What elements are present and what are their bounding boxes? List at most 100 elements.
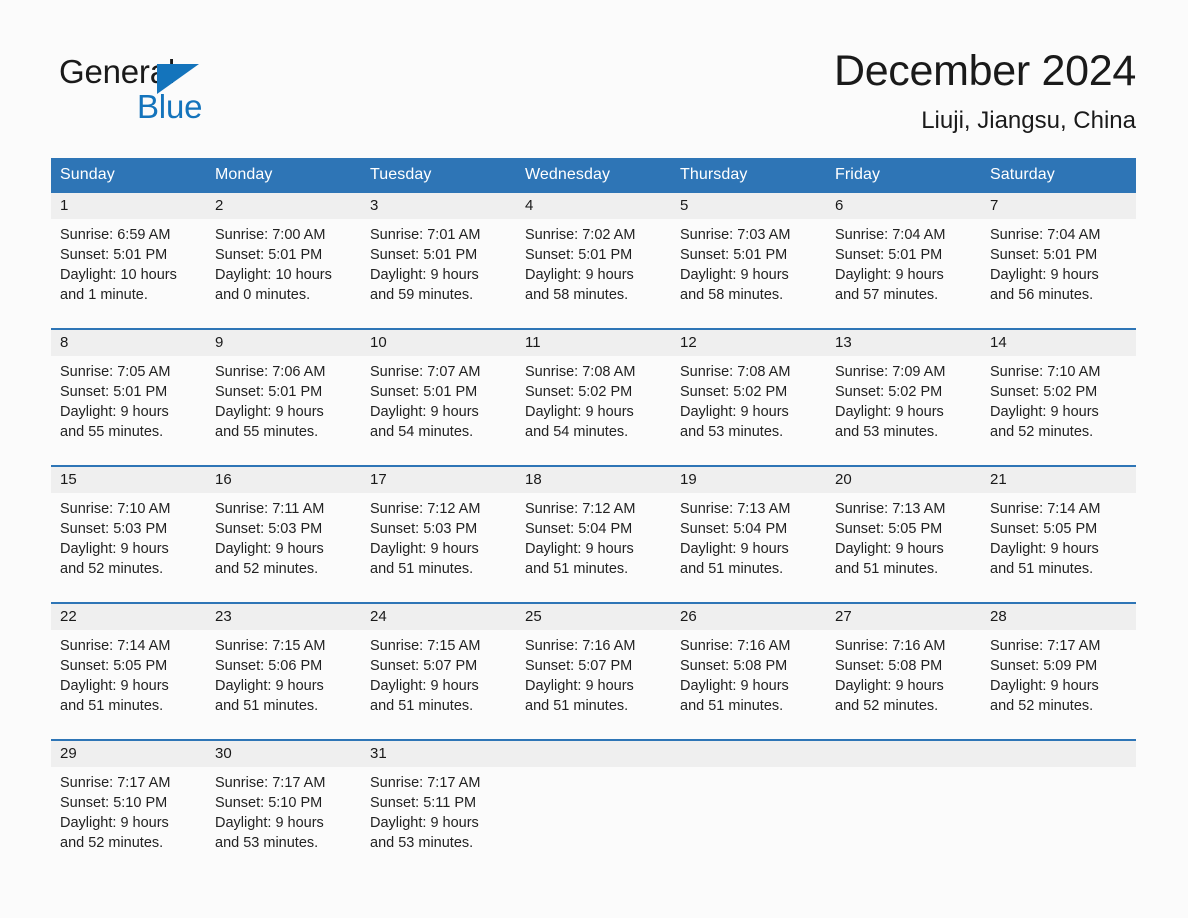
daylight-text-line2: and 51 minutes.: [680, 561, 784, 577]
day-details: Sunrise: 7:14 AM Sunset: 5:05 PM Daylight:…: [981, 493, 1136, 579]
weekday-header-row: Sunday Monday Tuesday Wednesday Thursday…: [51, 158, 1136, 193]
daylight-text-line1: Daylight: 9 hours: [60, 404, 169, 420]
day-cell[interactable]: 6 Sunrise: 7:04 AM Sunset: 5:01 PM Daylight…: [826, 193, 981, 329]
day-number: 7: [981, 193, 1136, 219]
day-cell[interactable]: 26 Sunrise: 7:16 AM Sunset: 5:08 PM Dayligh…: [671, 602, 826, 740]
daylight-text-line2: and 52 minutes.: [990, 424, 1094, 440]
daylight-text-line1: Daylight: 9 hours: [370, 267, 479, 283]
sunrise-text: Sunrise: 7:08 AM: [680, 364, 791, 380]
day-cell[interactable]: 21 Sunrise: 7:14 AM Sunset: 5:05 PM Dayligh…: [981, 465, 1136, 603]
day-cell[interactable]: 11 Sunrise: 7:08 AM Sunset: 5:02 PM Dayligh…: [516, 328, 671, 466]
daylight-text-line1: Daylight: 9 hours: [680, 678, 789, 694]
day-number: 17: [361, 467, 516, 493]
day-details: Sunrise: 7:14 AM Sunset: 5:05 PM Daylight:…: [51, 630, 206, 716]
general-blue-logo[interactable]: General Blue: [59, 52, 259, 130]
day-details: Sunrise: 7:02 AM Sunset: 5:01 PM Daylight:…: [516, 219, 671, 305]
sunrise-text: Sunrise: 7:17 AM: [60, 775, 171, 791]
daylight-text-line1: Daylight: 9 hours: [990, 404, 1099, 420]
daylight-text-line1: Daylight: 9 hours: [370, 678, 479, 694]
day-cell[interactable]: 12 Sunrise: 7:08 AM Sunset: 5:02 PM Dayligh…: [671, 328, 826, 466]
day-cell[interactable]: 7 Sunrise: 7:04 AM Sunset: 5:01 PM Daylight…: [981, 193, 1136, 329]
daylight-text-line1: Daylight: 10 hours: [60, 267, 177, 283]
day-cell-empty: [981, 739, 1136, 876]
day-cell[interactable]: 22 Sunrise: 7:14 AM Sunset: 5:05 PM Dayligh…: [51, 602, 206, 740]
sunset-text: Sunset: 5:05 PM: [835, 521, 943, 537]
sunrise-text: Sunrise: 7:16 AM: [835, 638, 946, 654]
day-details: Sunrise: 7:15 AM Sunset: 5:06 PM Daylight:…: [206, 630, 361, 716]
sunset-text: Sunset: 5:07 PM: [370, 658, 478, 674]
day-number: 18: [516, 467, 671, 493]
daylight-text-line1: Daylight: 9 hours: [835, 267, 944, 283]
daylight-text-line1: Daylight: 9 hours: [60, 678, 169, 694]
day-cell[interactable]: 28 Sunrise: 7:17 AM Sunset: 5:09 PM Dayligh…: [981, 602, 1136, 740]
day-cell[interactable]: 24 Sunrise: 7:15 AM Sunset: 5:07 PM Dayligh…: [361, 602, 516, 740]
day-cell[interactable]: 29 Sunrise: 7:17 AM Sunset: 5:10 PM Dayligh…: [51, 739, 206, 876]
daylight-text-line1: Daylight: 9 hours: [215, 678, 324, 694]
daylight-text-line1: Daylight: 9 hours: [370, 815, 479, 831]
day-cell[interactable]: 17 Sunrise: 7:12 AM Sunset: 5:03 PM Dayligh…: [361, 465, 516, 603]
sunset-text: Sunset: 5:02 PM: [835, 384, 943, 400]
day-cell[interactable]: 20 Sunrise: 7:13 AM Sunset: 5:05 PM Dayligh…: [826, 465, 981, 603]
day-number: 27: [826, 604, 981, 630]
day-details: Sunrise: 7:04 AM Sunset: 5:01 PM Daylight:…: [826, 219, 981, 305]
sunrise-text: Sunrise: 7:08 AM: [525, 364, 636, 380]
day-cell[interactable]: 3 Sunrise: 7:01 AM Sunset: 5:01 PM Daylight…: [361, 193, 516, 329]
day-cell[interactable]: 27 Sunrise: 7:16 AM Sunset: 5:08 PM Dayligh…: [826, 602, 981, 740]
sunset-text: Sunset: 5:01 PM: [990, 247, 1098, 263]
day-details: Sunrise: 7:08 AM Sunset: 5:02 PM Daylight:…: [671, 356, 826, 442]
day-number: 5: [671, 193, 826, 219]
daylight-text-line2: and 53 minutes.: [835, 424, 939, 440]
day-cell[interactable]: 31 Sunrise: 7:17 AM Sunset: 5:11 PM Dayligh…: [361, 739, 516, 876]
daylight-text-line1: Daylight: 9 hours: [835, 404, 944, 420]
day-number: 3: [361, 193, 516, 219]
sunset-text: Sunset: 5:02 PM: [990, 384, 1098, 400]
day-cell[interactable]: 15 Sunrise: 7:10 AM Sunset: 5:03 PM Dayligh…: [51, 465, 206, 603]
sunset-text: Sunset: 5:06 PM: [215, 658, 323, 674]
day-details: Sunrise: 7:01 AM Sunset: 5:01 PM Daylight:…: [361, 219, 516, 305]
day-cell[interactable]: 13 Sunrise: 7:09 AM Sunset: 5:02 PM Dayligh…: [826, 328, 981, 466]
sunrise-text: Sunrise: 7:16 AM: [525, 638, 636, 654]
day-cell-empty: [516, 739, 671, 876]
day-number: 8: [51, 330, 206, 356]
week-row: 1 Sunrise: 6:59 AM Sunset: 5:01 PM Daylight…: [51, 193, 1136, 329]
day-details: Sunrise: 7:05 AM Sunset: 5:01 PM Daylight:…: [51, 356, 206, 442]
day-cell[interactable]: 1 Sunrise: 6:59 AM Sunset: 5:01 PM Daylight…: [51, 193, 206, 329]
day-cell[interactable]: 4 Sunrise: 7:02 AM Sunset: 5:01 PM Daylight…: [516, 193, 671, 329]
daylight-text-line1: Daylight: 9 hours: [835, 541, 944, 557]
day-details: Sunrise: 7:17 AM Sunset: 5:11 PM Daylight:…: [361, 767, 516, 853]
day-cell[interactable]: 25 Sunrise: 7:16 AM Sunset: 5:07 PM Dayligh…: [516, 602, 671, 740]
sunset-text: Sunset: 5:01 PM: [60, 384, 168, 400]
sunset-text: Sunset: 5:05 PM: [60, 658, 168, 674]
sunset-text: Sunset: 5:01 PM: [370, 384, 478, 400]
day-details: Sunrise: 7:16 AM Sunset: 5:07 PM Daylight:…: [516, 630, 671, 716]
daylight-text-line1: Daylight: 9 hours: [215, 815, 324, 831]
daylight-text-line1: Daylight: 9 hours: [990, 678, 1099, 694]
week-row: 22 Sunrise: 7:14 AM Sunset: 5:05 PM Dayligh…: [51, 602, 1136, 740]
day-details: Sunrise: 7:17 AM Sunset: 5:09 PM Daylight:…: [981, 630, 1136, 716]
day-number: [516, 741, 671, 767]
weekday-header-monday: Monday: [206, 158, 361, 193]
daylight-text-line2: and 51 minutes.: [680, 698, 784, 714]
sunset-text: Sunset: 5:01 PM: [215, 384, 323, 400]
day-cell[interactable]: 2 Sunrise: 7:00 AM Sunset: 5:01 PM Daylight…: [206, 193, 361, 329]
calendar-body: 1 Sunrise: 6:59 AM Sunset: 5:01 PM Daylight…: [51, 193, 1136, 876]
day-cell[interactable]: 5 Sunrise: 7:03 AM Sunset: 5:01 PM Daylight…: [671, 193, 826, 329]
sunrise-text: Sunrise: 7:09 AM: [835, 364, 946, 380]
day-cell[interactable]: 8 Sunrise: 7:05 AM Sunset: 5:01 PM Daylight…: [51, 328, 206, 466]
day-cell[interactable]: 9 Sunrise: 7:06 AM Sunset: 5:01 PM Daylight…: [206, 328, 361, 466]
weekday-header-friday: Friday: [826, 158, 981, 193]
day-cell[interactable]: 23 Sunrise: 7:15 AM Sunset: 5:06 PM Dayligh…: [206, 602, 361, 740]
day-cell[interactable]: 18 Sunrise: 7:12 AM Sunset: 5:04 PM Dayligh…: [516, 465, 671, 603]
day-cell[interactable]: 30 Sunrise: 7:17 AM Sunset: 5:10 PM Dayligh…: [206, 739, 361, 876]
daylight-text-line1: Daylight: 9 hours: [370, 541, 479, 557]
day-cell[interactable]: 14 Sunrise: 7:10 AM Sunset: 5:02 PM Dayligh…: [981, 328, 1136, 466]
sunset-text: Sunset: 5:02 PM: [680, 384, 788, 400]
daylight-text-line2: and 53 minutes.: [680, 424, 784, 440]
daylight-text-line2: and 51 minutes.: [215, 698, 319, 714]
sunset-text: Sunset: 5:08 PM: [835, 658, 943, 674]
day-cell[interactable]: 19 Sunrise: 7:13 AM Sunset: 5:04 PM Dayligh…: [671, 465, 826, 603]
day-cell[interactable]: 16 Sunrise: 7:11 AM Sunset: 5:03 PM Dayligh…: [206, 465, 361, 603]
sunset-text: Sunset: 5:07 PM: [525, 658, 633, 674]
daylight-text-line2: and 51 minutes.: [370, 561, 474, 577]
day-cell[interactable]: 10 Sunrise: 7:07 AM Sunset: 5:01 PM Dayligh…: [361, 328, 516, 466]
